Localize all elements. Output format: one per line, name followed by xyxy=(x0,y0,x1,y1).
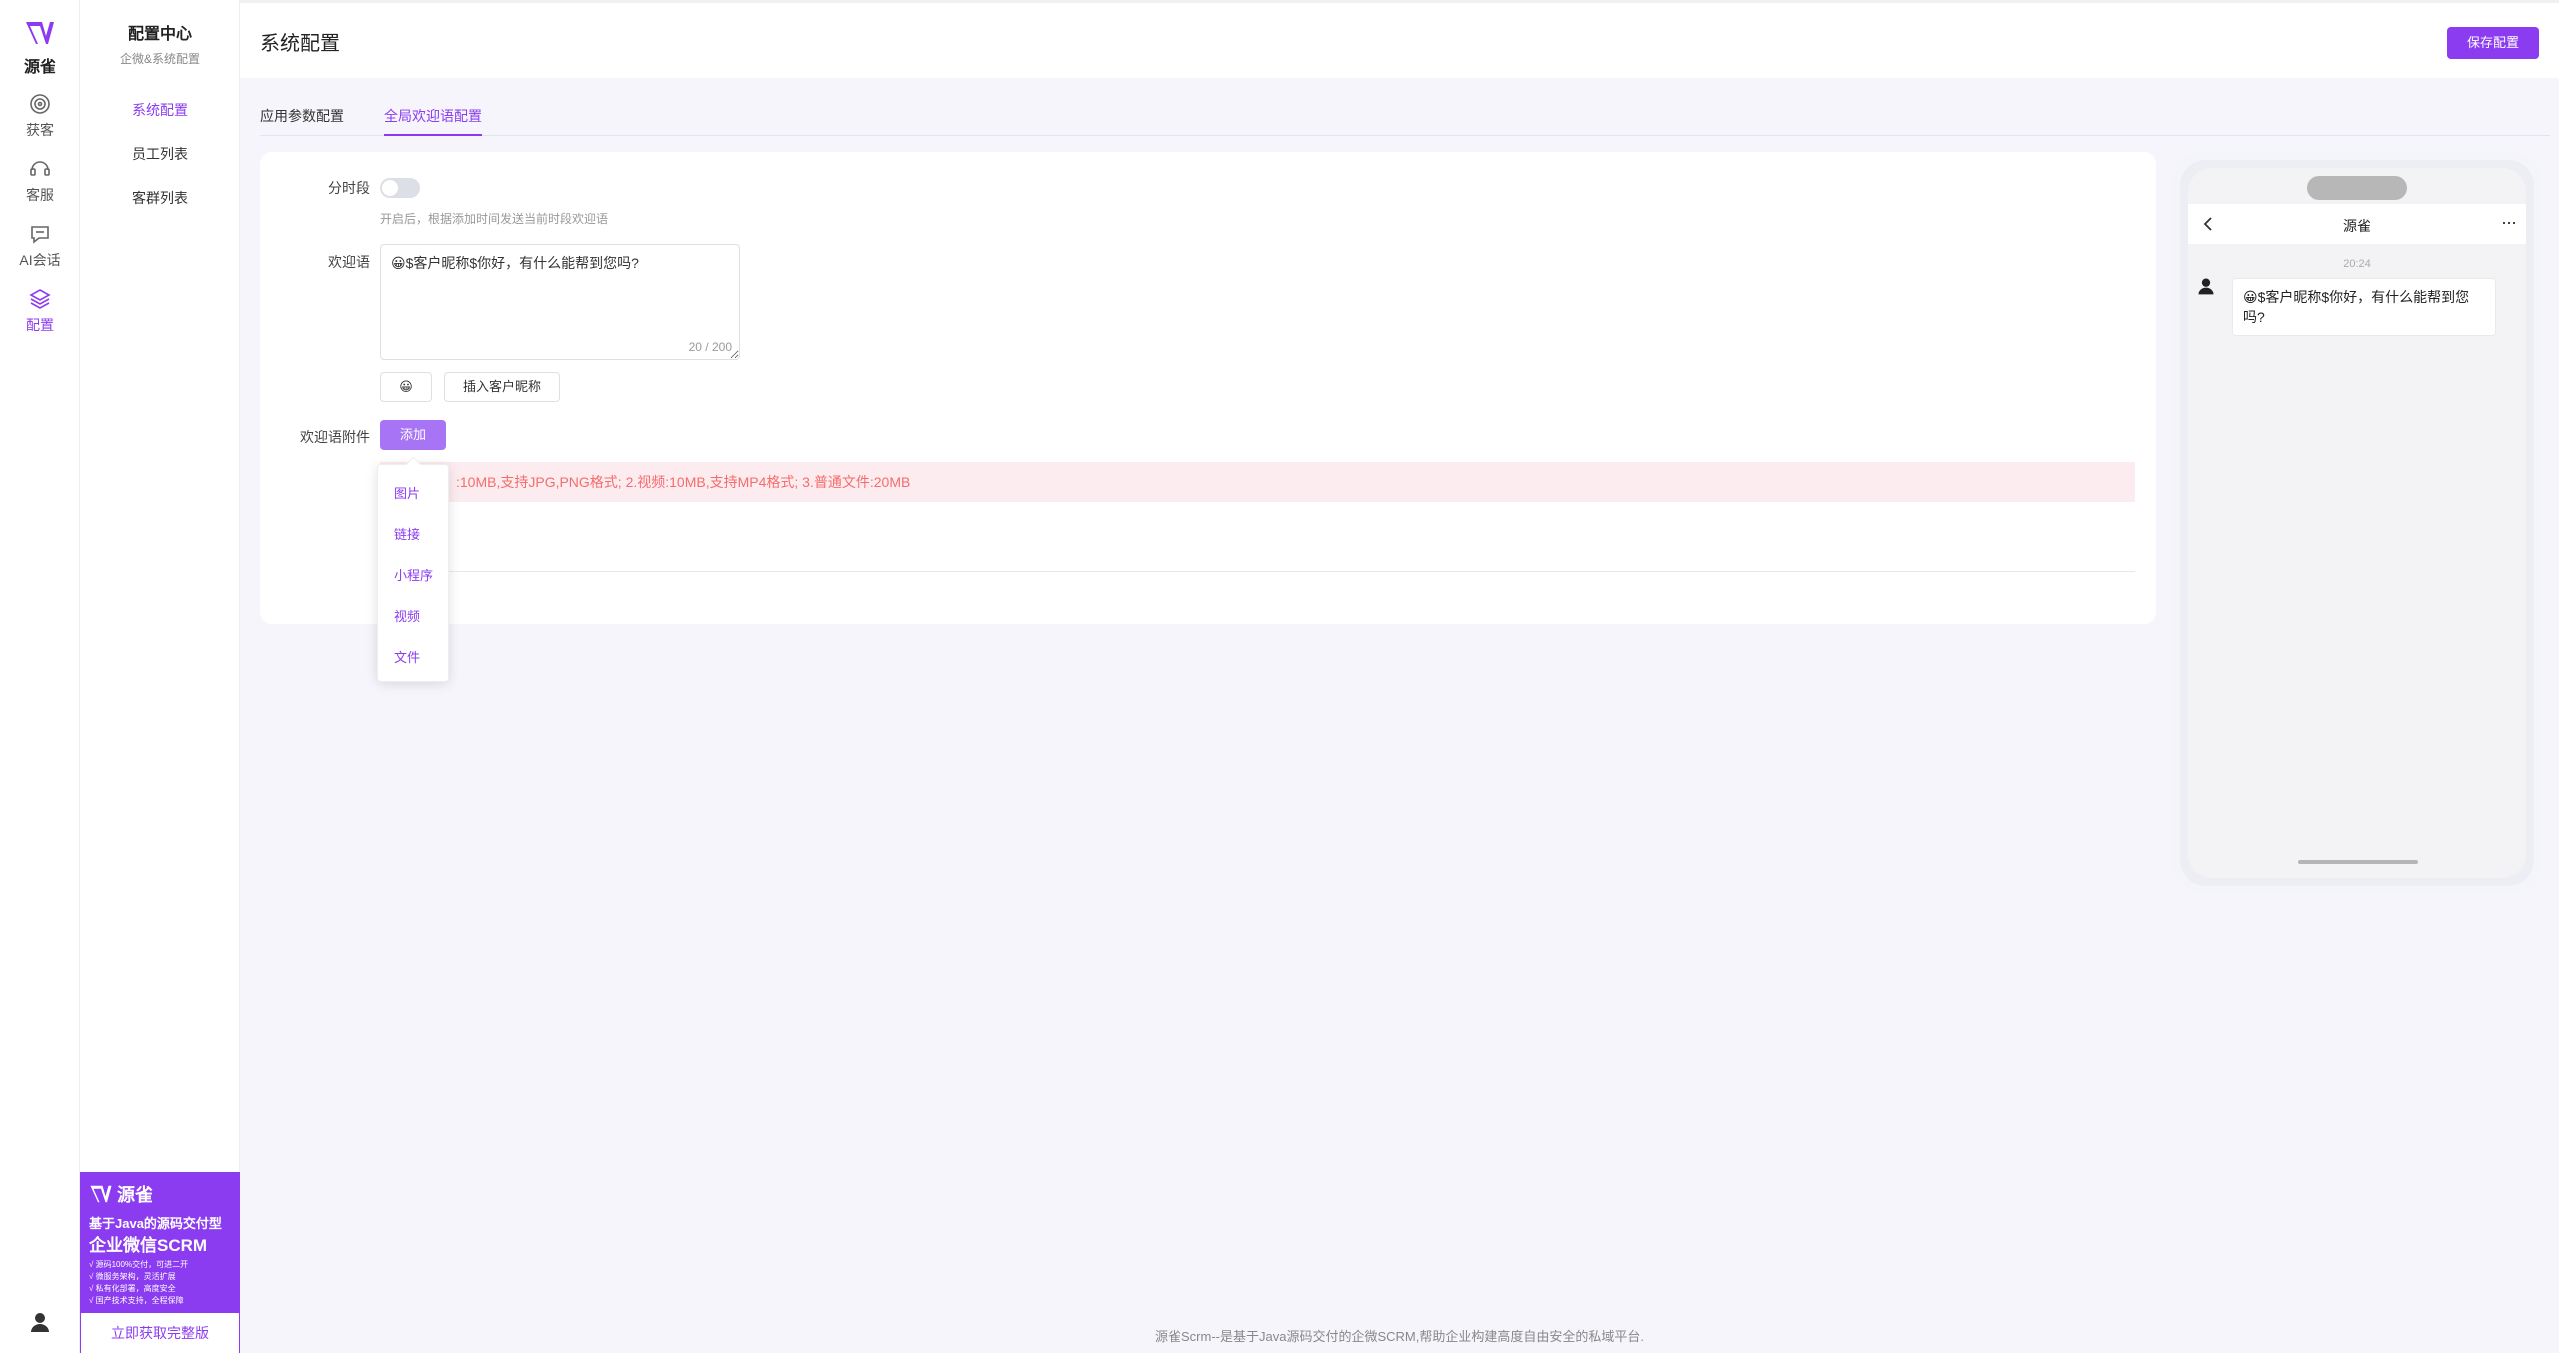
page-header: 系统配置 保存配置 xyxy=(240,0,2559,78)
rail-item-label: 客服 xyxy=(26,187,54,203)
rail-logo[interactable]: 源雀 xyxy=(0,20,80,77)
attachment-type-dropdown: 图片 链接 小程序 视频 文件 xyxy=(377,464,449,682)
user-avatar-icon xyxy=(2198,278,2214,295)
dropdown-item-link[interactable]: 链接 xyxy=(394,524,420,543)
subnav-title: 配置中心 xyxy=(127,26,192,43)
secondary-nav: 配置中心 企微&系统配置 系统配置 员工列表 客群列表 xyxy=(80,0,240,1353)
page-title: 系统配置 xyxy=(260,33,340,55)
alert-text: :10MB,支持JPG,PNG格式; 2.视频:10MB,支持MP4格式; 3.… xyxy=(456,474,911,490)
more-icon[interactable]: ··· xyxy=(2501,212,2517,233)
time-slot-toggle[interactable] xyxy=(380,178,420,198)
tab-global-welcome[interactable]: 全局欢迎语配置 xyxy=(384,106,482,136)
rail-item-config[interactable]: 配置 xyxy=(0,287,80,335)
get-full-version-button[interactable]: 立即获取完整版 xyxy=(81,1313,239,1353)
layers-icon xyxy=(29,289,51,309)
dropdown-item-image[interactable]: 图片 xyxy=(394,483,420,502)
subnav-subtitle: 企微&系统配置 xyxy=(119,52,200,66)
add-attachment-button[interactable]: 添加 xyxy=(380,420,446,450)
insert-nickname-button[interactable]: 插入客户昵称 xyxy=(444,372,560,402)
promo-logo: 源雀 xyxy=(89,1181,153,1207)
divider xyxy=(380,571,2135,572)
char-counter: 20 / 200 xyxy=(688,340,732,354)
phone-preview: 源雀 ··· 20:24 😀$客户昵称$你好，有什么能帮到您吗? xyxy=(2172,152,2542,894)
phone-notch xyxy=(2307,176,2407,200)
attachment-label: 欢迎语附件 xyxy=(300,429,370,445)
phone-screen: 源雀 ··· 20:24 😀$客户昵称$你好，有什么能帮到您吗? xyxy=(2188,168,2526,878)
icon-rail: 源雀 获客 客服 AI会话 配置 xyxy=(0,0,80,1353)
brand-logo-icon xyxy=(26,22,54,44)
promo-feature: √ 源码100%交付，可进二开 xyxy=(89,1260,189,1269)
message-time: 20:24 xyxy=(2343,258,2371,270)
welcome-label: 欢迎语 xyxy=(328,254,370,270)
home-indicator xyxy=(2298,860,2418,864)
promo-card: 源雀 基于Java的源码交付型 企业微信SCRM √ 源码100%交付，可进二开… xyxy=(80,1172,240,1353)
chat-bubble-icon xyxy=(31,226,49,244)
time-slot-hint: 开启后，根据添加时间发送当前时段欢迎语 xyxy=(380,212,609,226)
subnav-item-staff-list[interactable]: 员工列表 xyxy=(80,144,240,164)
footer-text: 源雀Scrm--是基于Java源码交付的企微SCRM,帮助企业构建高度自由安全的… xyxy=(1155,1329,1644,1344)
subnav-item-system-config[interactable]: 系统配置 xyxy=(80,100,240,120)
promo-feature: √ 国产技术支持，全程保障 xyxy=(89,1296,184,1305)
subnav-item-group-list[interactable]: 客群列表 xyxy=(80,188,240,208)
attachment-limits-alert: :10MB,支持JPG,PNG格式; 2.视频:10MB,支持MP4格式; 3.… xyxy=(380,462,2135,502)
brand-logo-icon xyxy=(90,1185,112,1203)
rail-item-service[interactable]: 客服 xyxy=(0,157,80,205)
rail-item-ai-chat[interactable]: AI会话 xyxy=(0,222,80,270)
config-tabs: 应用参数配置 全局欢迎语配置 xyxy=(260,106,2550,136)
phone-chat-title: 源雀 xyxy=(2343,218,2371,234)
promo-headline: 基于Java的源码交付型 xyxy=(89,1216,222,1231)
rail-item-acquire[interactable]: 获客 xyxy=(0,92,80,140)
dropdown-item-file[interactable]: 文件 xyxy=(394,647,420,666)
save-config-button[interactable]: 保存配置 xyxy=(2447,27,2539,59)
emoji-button[interactable]: 😀 xyxy=(380,372,432,402)
rail-item-label: 获客 xyxy=(26,122,54,138)
promo-feature: √ 私有化部署，高度安全 xyxy=(89,1284,176,1293)
promo-brand: 源雀 xyxy=(117,1185,153,1205)
promo-feature: √ 微服务架构，灵活扩展 xyxy=(89,1272,176,1281)
message-bubble: 😀$客户昵称$你好，有什么能帮到您吗? xyxy=(2232,278,2496,336)
time-slot-label: 分时段 xyxy=(328,180,370,196)
phone-nav-bar: 源雀 ··· xyxy=(2188,204,2526,244)
rail-item-label: 配置 xyxy=(26,317,54,333)
headset-icon xyxy=(30,161,50,176)
welcome-config-card: 分时段 开启后，根据添加时间发送当前时段欢迎语 欢迎语 😀$客户昵称$你好，有什… xyxy=(260,152,2156,624)
promo-product: 企业微信SCRM xyxy=(89,1236,208,1255)
rail-brand: 源雀 xyxy=(23,59,56,76)
target-icon xyxy=(30,94,50,114)
rail-item-label: AI会话 xyxy=(19,252,61,268)
tab-app-params[interactable]: 应用参数配置 xyxy=(260,106,344,134)
dropdown-item-video[interactable]: 视频 xyxy=(394,606,420,625)
user-avatar-icon[interactable] xyxy=(28,1310,52,1334)
dropdown-item-mini-program[interactable]: 小程序 xyxy=(394,565,433,584)
